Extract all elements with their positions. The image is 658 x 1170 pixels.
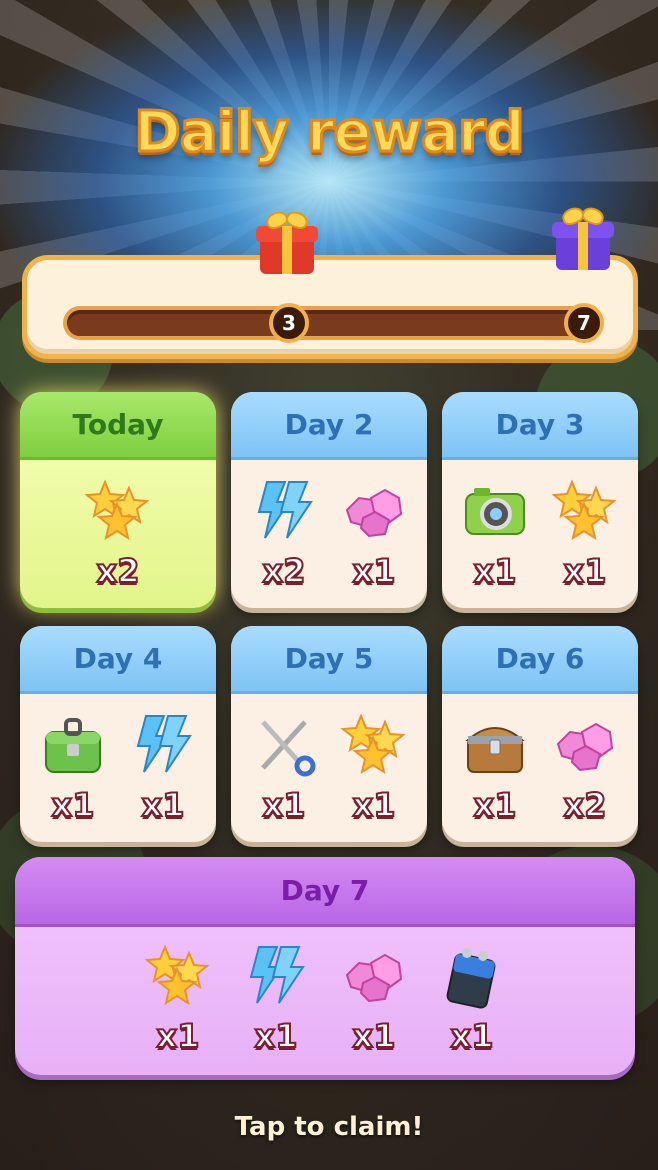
star-icon — [83, 476, 153, 546]
card-day-2[interactable]: Day 2 x2 x1 — [231, 392, 427, 608]
scissors-icon — [249, 710, 319, 780]
reward-item: x1 — [118, 710, 208, 825]
progress-current-marker: 3 — [269, 303, 309, 343]
reward-item: x1 — [132, 941, 224, 1056]
reward-item: x1 — [28, 710, 118, 825]
reward-qty: x1 — [352, 551, 397, 591]
gem-icon — [550, 710, 620, 780]
star-icon — [550, 476, 620, 546]
reward-qty: x1 — [156, 1016, 201, 1056]
chest-green-icon — [38, 710, 108, 780]
progress-track — [63, 306, 603, 340]
lightning-icon — [241, 941, 311, 1011]
reward-qty: x1 — [473, 785, 518, 825]
reward-item: x2 — [540, 710, 630, 825]
reward-qty: x1 — [450, 1016, 495, 1056]
progress-panel: 3 7 — [22, 255, 638, 359]
card-day-6[interactable]: Day 6 x1 x2 — [442, 626, 638, 842]
card-day-7-label: Day 7 — [15, 857, 635, 927]
reward-item: x1 — [328, 941, 420, 1056]
gem-icon — [339, 476, 409, 546]
lightning-icon — [249, 476, 319, 546]
reward-item: x1 — [426, 941, 518, 1056]
card-day-4[interactable]: Day 4 x1 x1 — [20, 626, 216, 842]
card-day-4-label: Day 4 — [20, 626, 216, 694]
reward-item: x1 — [230, 941, 322, 1056]
reward-qty: x1 — [352, 785, 397, 825]
gift-purple-icon[interactable] — [552, 204, 614, 270]
reward-qty: x1 — [262, 785, 307, 825]
reward-item: x1 — [450, 710, 540, 825]
page-title: Daily reward — [133, 99, 527, 167]
reward-item: x1 — [239, 710, 329, 825]
reward-item: x1 — [329, 710, 419, 825]
card-today[interactable]: Today x2 — [20, 392, 216, 608]
battery-icon — [437, 941, 507, 1011]
reward-qty: x1 — [141, 785, 186, 825]
reward-item: x1 — [540, 476, 630, 591]
treasure-chest-icon — [460, 710, 530, 780]
card-day-7[interactable]: Day 7 x1 x1 x1 x1 — [15, 857, 635, 1075]
reward-qty: x1 — [254, 1016, 299, 1056]
reward-item: x1 — [329, 476, 419, 591]
reward-qty: x2 — [563, 785, 608, 825]
card-day-5-label: Day 5 — [231, 626, 427, 694]
card-day-3-label: Day 3 — [442, 392, 638, 460]
reward-item: x1 — [450, 476, 540, 591]
gem-icon — [339, 941, 409, 1011]
camera-icon — [460, 476, 530, 546]
card-day-6-label: Day 6 — [442, 626, 638, 694]
reward-item: x2 — [239, 476, 329, 591]
card-day-2-label: Day 2 — [231, 392, 427, 460]
gift-red-icon[interactable] — [256, 208, 318, 274]
star-icon — [339, 710, 409, 780]
card-day-5[interactable]: Day 5 x1 x1 — [231, 626, 427, 842]
reward-qty: x2 — [262, 551, 307, 591]
lightning-icon — [128, 710, 198, 780]
reward-qty: x2 — [96, 551, 141, 591]
reward-item: x2 — [73, 476, 163, 591]
progress-goal-marker: 7 — [564, 303, 604, 343]
tap-to-claim-label[interactable]: Tap to claim! — [0, 1112, 658, 1142]
star-icon — [143, 941, 213, 1011]
reward-qty: x1 — [51, 785, 96, 825]
card-today-label: Today — [20, 392, 216, 460]
reward-qty: x1 — [352, 1016, 397, 1056]
card-day-3[interactable]: Day 3 x1 x1 — [442, 392, 638, 608]
reward-qty: x1 — [473, 551, 518, 591]
reward-qty: x1 — [563, 551, 608, 591]
